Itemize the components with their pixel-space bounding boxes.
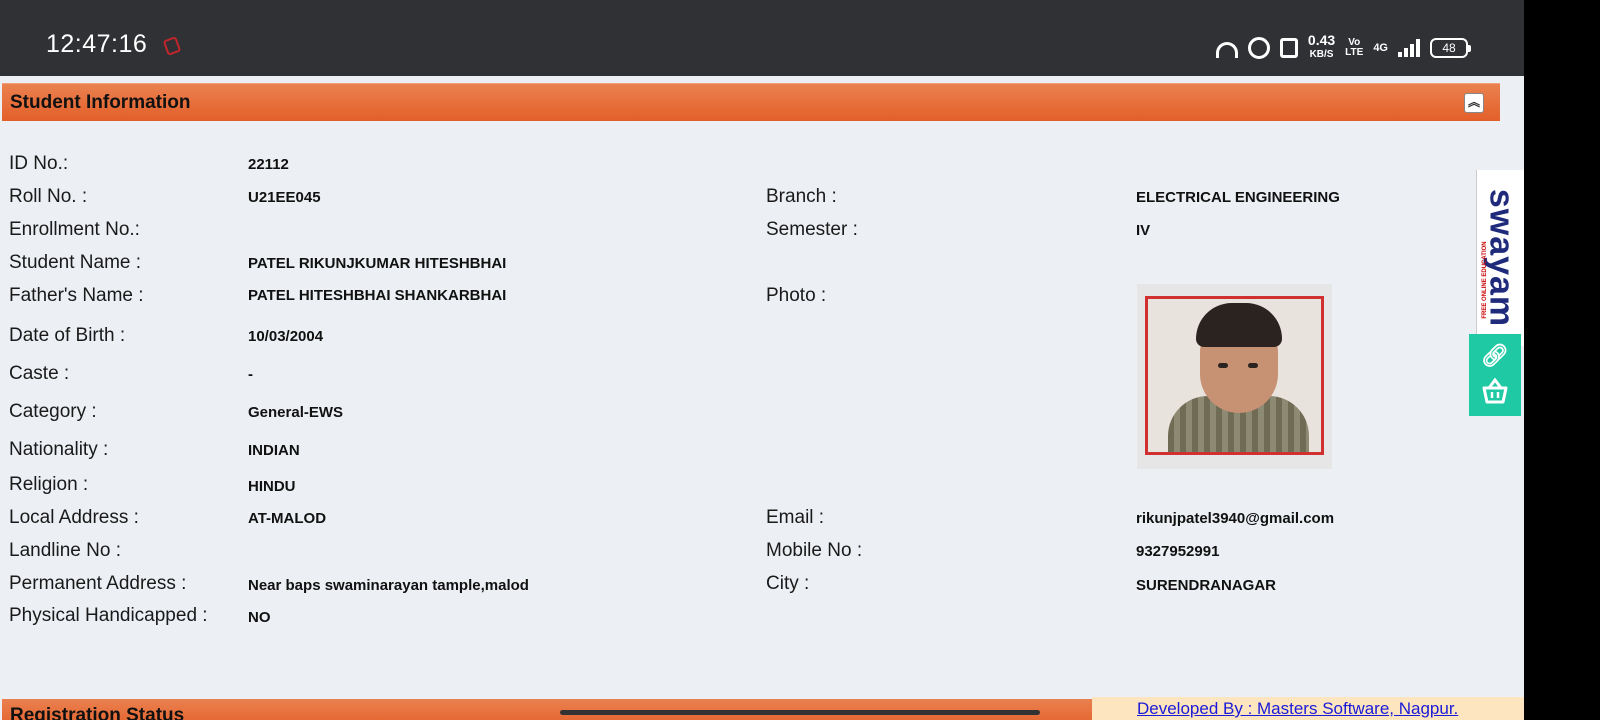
status-time: 12:47:16 bbox=[46, 30, 148, 58]
roll-no-value: U21EE045 bbox=[248, 189, 321, 206]
city-label: City : bbox=[766, 573, 810, 594]
local-address-value: AT-MALOD bbox=[248, 510, 327, 527]
app-screen: 12:47:16 0.43 KB/S Vo LTE 4G 48 Student bbox=[0, 0, 1524, 720]
student-info-panel-header[interactable]: Student Information ︽ bbox=[2, 83, 1500, 121]
side-action-bar: 🔗︎ bbox=[1469, 334, 1521, 416]
student-photo bbox=[1137, 284, 1332, 469]
branch-value: ELECTRICAL ENGINEERING bbox=[1136, 189, 1340, 206]
alarm-icon bbox=[1247, 36, 1270, 59]
local-address-label: Local Address : bbox=[9, 507, 139, 528]
vibrate-icon bbox=[1279, 37, 1298, 58]
network-type: 4G bbox=[1373, 41, 1388, 54]
headset-icon bbox=[1215, 41, 1238, 58]
developer-link[interactable]: Developed By : Masters Software, Nagpur. bbox=[1137, 699, 1458, 719]
photo-label: Photo : bbox=[766, 285, 827, 306]
network-speed: 0.43 KB/S bbox=[1307, 32, 1336, 61]
enrollment-no-label: Enrollment No.: bbox=[9, 219, 140, 240]
volte-line-2: LTE bbox=[1345, 46, 1364, 58]
network-speed-unit: KB/S bbox=[1309, 49, 1334, 60]
panel-title: Student Information bbox=[10, 92, 191, 113]
network-speed-value: 0.43 bbox=[1307, 32, 1336, 48]
swayam-side-banner[interactable]: swayam FREE ONLINE EDUCATION bbox=[1476, 170, 1524, 346]
semester-label: Semester : bbox=[766, 219, 858, 240]
swayam-tagline: FREE ONLINE EDUCATION bbox=[1479, 230, 1491, 330]
link-icon[interactable]: 🔗︎ bbox=[1481, 342, 1509, 370]
registration-status-title: Registration Status bbox=[10, 705, 185, 720]
id-no-value: 22112 bbox=[248, 156, 289, 173]
student-name-label: Student Name : bbox=[9, 252, 142, 273]
id-no-label: ID No.: bbox=[9, 153, 69, 174]
permanent-address-value: Near baps swaminarayan tample,malod bbox=[248, 577, 529, 594]
caste-value: - bbox=[248, 366, 253, 383]
battery-level: 48 bbox=[1442, 40, 1456, 55]
dob-value: 10/03/2004 bbox=[248, 328, 324, 345]
category-label: Category : bbox=[9, 401, 97, 422]
student-photo-frame bbox=[1145, 296, 1324, 455]
nationality-label: Nationality : bbox=[9, 439, 109, 460]
mobile-value: 9327952991 bbox=[1136, 543, 1220, 560]
swayam-tagline-text: FREE ONLINE EDUCATION bbox=[1482, 241, 1488, 319]
email-value: rikunjpatel3940@gmail.com bbox=[1136, 510, 1335, 527]
landline-label: Landline No : bbox=[9, 540, 121, 561]
physical-handicapped-label: Physical Handicapped : bbox=[9, 605, 208, 626]
footer: Developed By : Masters Software, Nagpur. bbox=[1092, 697, 1524, 720]
home-indicator[interactable] bbox=[560, 710, 1040, 715]
email-label: Email : bbox=[766, 507, 825, 528]
religion-label: Religion : bbox=[9, 474, 89, 495]
screen-edge bbox=[1524, 0, 1600, 720]
signal-bars-icon bbox=[1398, 38, 1420, 57]
father-name-value: PATEL HITESHBHAI SHANKARBHAI bbox=[248, 287, 507, 304]
volte-indicator: Vo LTE bbox=[1345, 37, 1364, 58]
father-name-label: Father's Name : bbox=[9, 285, 144, 306]
mobile-label: Mobile No : bbox=[766, 540, 863, 561]
notification-icon bbox=[162, 36, 182, 56]
collapse-button[interactable]: ︽ bbox=[1464, 93, 1484, 113]
permanent-address-label: Permanent Address : bbox=[9, 573, 187, 594]
basket-icon[interactable] bbox=[1481, 377, 1509, 406]
city-value: SURENDRANAGAR bbox=[1136, 577, 1277, 594]
dob-label: Date of Birth : bbox=[9, 325, 126, 346]
category-value: General-EWS bbox=[248, 404, 344, 421]
battery-icon: 48 bbox=[1430, 37, 1471, 58]
status-bar: 12:47:16 0.43 KB/S Vo LTE 4G 48 bbox=[0, 0, 1524, 76]
caste-label: Caste : bbox=[9, 363, 70, 384]
nationality-value: INDIAN bbox=[248, 442, 300, 459]
roll-no-label: Roll No. : bbox=[9, 186, 88, 207]
semester-value: IV bbox=[1136, 222, 1151, 239]
religion-value: HINDU bbox=[248, 478, 296, 495]
status-icons: 0.43 KB/S Vo LTE 4G 48 bbox=[1215, 32, 1471, 61]
student-name-value: PATEL RIKUNJKUMAR HITESHBHAI bbox=[248, 255, 507, 272]
physical-handicapped-value: NO bbox=[248, 609, 271, 626]
branch-label: Branch : bbox=[766, 186, 837, 207]
